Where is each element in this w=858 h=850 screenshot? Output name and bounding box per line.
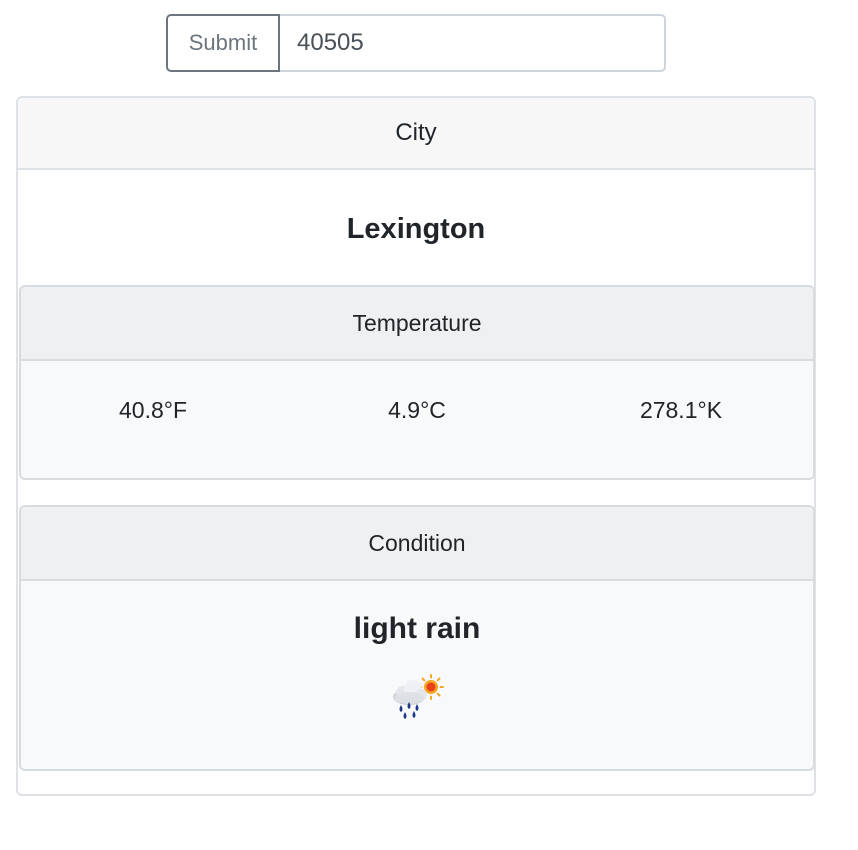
condition-header: Condition [21, 507, 813, 581]
city-name: Lexington [346, 212, 486, 245]
light-rain-sun-icon [393, 674, 444, 719]
zip-code-input[interactable] [280, 14, 666, 72]
temperature-header: Temperature [21, 287, 813, 361]
temperature-card: Temperature 40.8°F 4.9°C 278.1°K [19, 285, 815, 480]
weather-card: City Lexington Temperature 40.8°F 4.9°C … [16, 96, 816, 796]
temp-kelvin: 278.1°K [639, 396, 723, 423]
condition-body: light rain [21, 581, 813, 721]
temp-celsius: 4.9°C [388, 396, 446, 423]
condition-description: light rain [353, 612, 481, 645]
city-header: City [18, 98, 814, 170]
temperature-values: 40.8°F 4.9°C 278.1°K [21, 361, 813, 459]
temp-fahrenheit: 40.8°F [118, 396, 187, 423]
submit-button[interactable]: Submit [166, 14, 280, 72]
condition-card: Condition light rain [19, 505, 815, 771]
search-bar: Submit [166, 14, 666, 72]
